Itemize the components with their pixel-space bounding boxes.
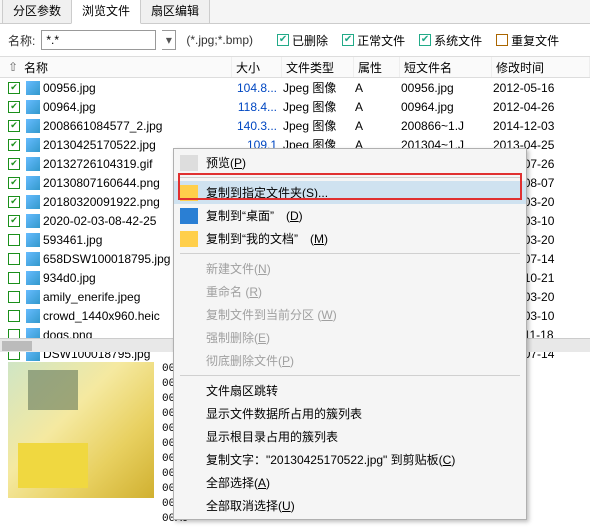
menu-copy-to-desktop[interactable]: 复制到“桌面” (D) [174,204,526,227]
file-icon [26,100,40,114]
menu-deselect-all[interactable]: 全部取消选择(U) [174,494,526,517]
file-attr: A [355,100,401,114]
file-size: 104.8... [233,81,283,95]
file-icon [26,81,40,95]
context-menu: 预览(P) 复制到指定文件夹(S)... 复制到“桌面” (D) 复制到“我的文… [173,148,527,520]
file-icon [26,252,40,266]
menu-show-root-clusters[interactable]: 显示根目录占用的簇列表 [174,425,526,448]
file-icon [26,309,40,323]
file-name: 00956.jpg [43,81,233,95]
file-short: 00964.jpg [401,100,493,114]
col-size[interactable]: 大小 [232,57,282,77]
table-row[interactable]: ✔ 2008661084577_2.jpg140.3...Jpeg 图像A2008… [0,116,590,135]
file-type: Jpeg 图像 [283,79,355,96]
menu-permanent-delete: 彻底删除文件(P) [174,349,526,372]
ext-hint: (*.jpg;*.bmp) [186,33,253,47]
row-checkbox[interactable]: ✔ [8,291,20,303]
row-checkbox[interactable]: ✔ [8,139,20,151]
file-type: Jpeg 图像 [283,117,355,134]
file-icon [26,290,40,304]
menu-copy-to-folder[interactable]: 复制到指定文件夹(S)... [174,181,526,204]
menu-show-file-clusters[interactable]: 显示文件数据所占用的簇列表 [174,402,526,425]
desktop-icon [180,208,198,224]
row-checkbox[interactable]: ✔ [8,196,20,208]
row-checkbox[interactable]: ✔ [8,272,20,284]
file-name: 2008661084577_2.jpg [43,119,233,133]
preview-thumbnail [8,362,154,498]
row-checkbox[interactable]: ✔ [8,177,20,189]
menu-copy-text-clipboard[interactable]: 复制文字："20130425170522.jpg" 到剪贴板(C) [174,448,526,471]
file-size: 118.4... [233,100,283,114]
tab-partition-params[interactable]: 分区参数 [2,0,72,23]
chk-duplicate[interactable]: ✔重复文件 [496,32,559,49]
row-checkbox[interactable]: ✔ [8,215,20,227]
file-icon [26,157,40,171]
row-checkbox[interactable]: ✔ [8,82,20,94]
table-row[interactable]: ✔00964.jpg118.4...Jpeg 图像A00964.jpg2012-… [0,97,590,116]
file-mod: 2014-12-03 [493,119,590,133]
file-mod: 2012-05-16 [493,81,590,95]
tab-sector-edit[interactable]: 扇区编辑 [140,0,210,23]
name-label: 名称: [8,32,35,49]
menu-sector-jump[interactable]: 文件扇区跳转 [174,379,526,402]
file-icon [26,138,40,152]
file-attr: A [355,119,401,133]
file-mod: 2012-04-26 [493,100,590,114]
col-short[interactable]: 短文件名 [400,57,492,77]
col-attr[interactable]: 属性 [354,57,400,77]
menu-force-delete: 强制删除(E) [174,326,526,349]
folder-icon [180,231,198,247]
file-short: 00956.jpg [401,81,493,95]
up-arrow-icon[interactable]: ⇧ [8,60,20,74]
menu-copy-to-current-partition: 复制文件到当前分区 (W) [174,303,526,326]
file-short: 200866~1.J [401,119,493,133]
file-icon [26,214,40,228]
file-type: Jpeg 图像 [283,98,355,115]
row-checkbox[interactable]: ✔ [8,310,20,322]
col-type[interactable]: 文件类型 [282,57,354,77]
chk-deleted[interactable]: ✔已删除 [277,32,328,49]
file-icon [26,176,40,190]
name-filter-dropdown[interactable]: ▾ [162,30,176,50]
folder-icon [180,185,198,201]
row-checkbox[interactable]: ✔ [8,120,20,132]
name-filter-input[interactable] [41,30,156,50]
menu-new-file: 新建文件(N) [174,257,526,280]
file-size: 140.3... [233,119,283,133]
col-name[interactable]: 名称 [20,57,232,77]
tab-browse-files[interactable]: 浏览文件 [71,0,141,24]
file-icon [26,119,40,133]
file-icon [26,233,40,247]
row-checkbox[interactable]: ✔ [8,101,20,113]
col-mod[interactable]: 修改时间 [492,57,590,77]
chk-system[interactable]: ✔系统文件 [419,32,482,49]
menu-preview[interactable]: 预览(P) [174,151,526,174]
menu-copy-to-documents[interactable]: 复制到“我的文档” (M) [174,227,526,250]
menu-rename: 重命名 (R) [174,280,526,303]
file-icon [26,195,40,209]
table-row[interactable]: ✔00956.jpg104.8...Jpeg 图像A00956.jpg2012-… [0,78,590,97]
row-checkbox[interactable]: ✔ [8,234,20,246]
file-attr: A [355,81,401,95]
row-checkbox[interactable]: ✔ [8,253,20,265]
chk-normal[interactable]: ✔正常文件 [342,32,405,49]
menu-select-all[interactable]: 全部选择(A) [174,471,526,494]
row-checkbox[interactable]: ✔ [8,158,20,170]
preview-icon [180,155,198,171]
file-name: 00964.jpg [43,100,233,114]
file-icon [26,271,40,285]
